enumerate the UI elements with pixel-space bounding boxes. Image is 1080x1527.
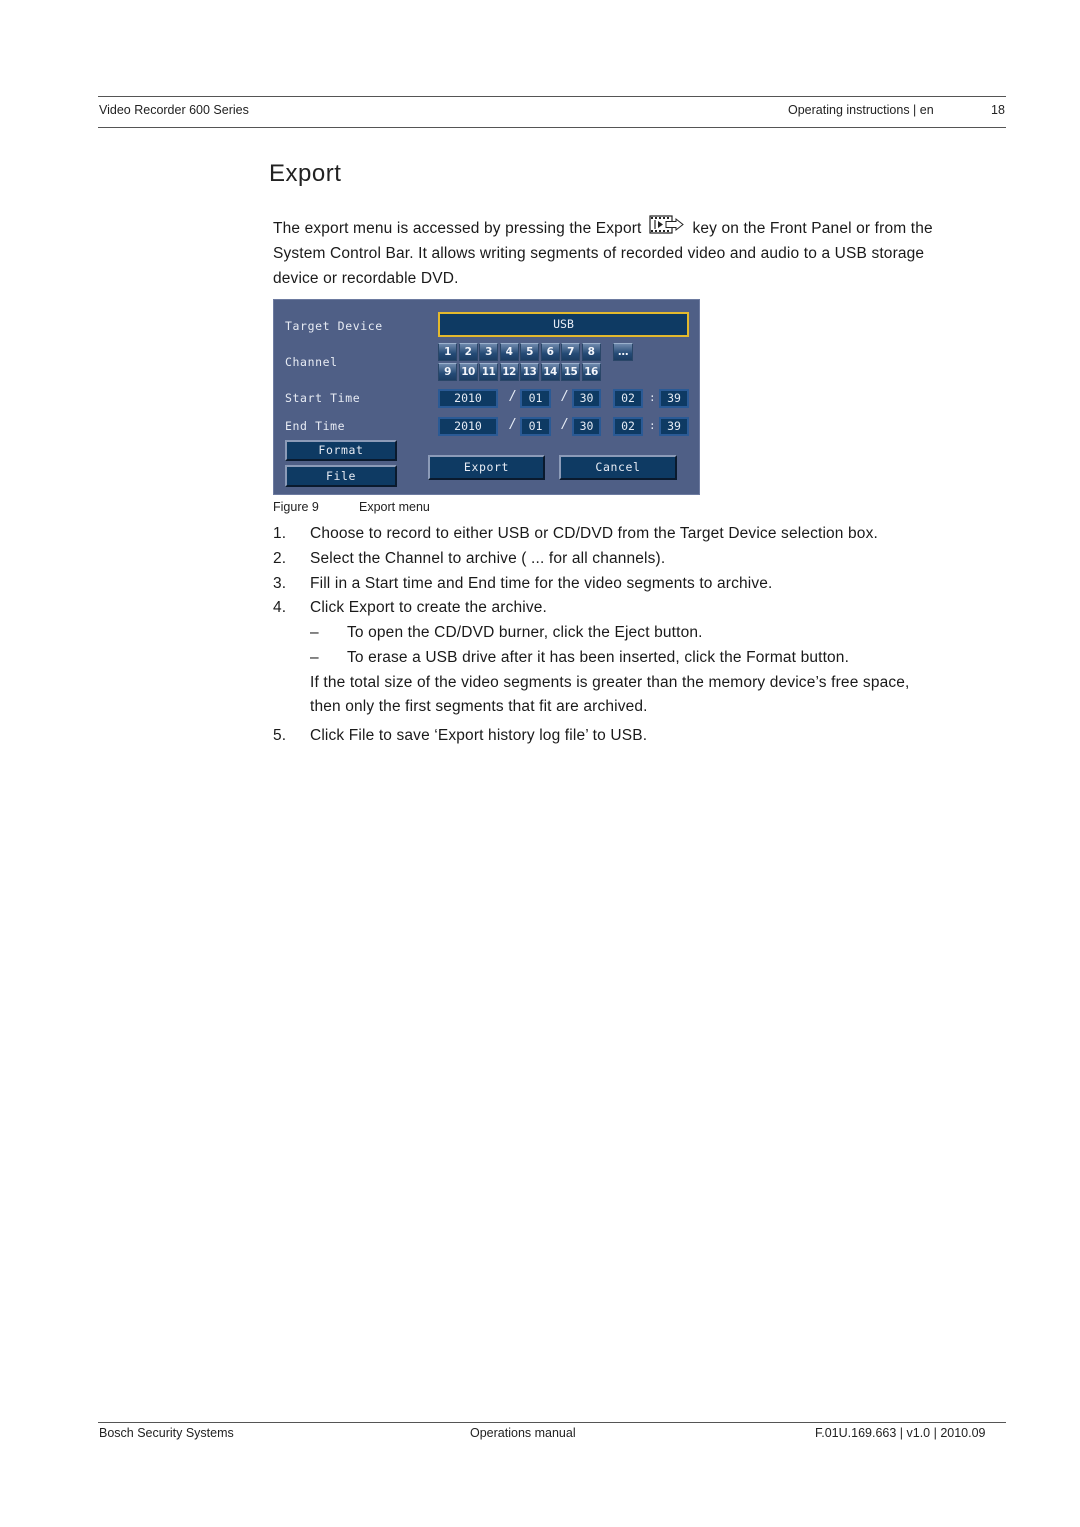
note-text: If the total size of the video segments … (310, 674, 910, 691)
target-device-select[interactable]: USB (438, 312, 689, 337)
intro-text-before-icon: The export menu is accessed by pressing … (273, 220, 642, 237)
channel-button-1[interactable]: 1 (438, 343, 457, 361)
footer-document-id: F.01U.169.663 | v1.0 | 2010.09 (815, 1426, 986, 1440)
export-key-icon (649, 214, 685, 234)
note-text: then only the first segments that fit ar… (310, 698, 648, 715)
step-number: 5. (273, 727, 287, 744)
export-button[interactable]: Export (428, 455, 545, 480)
channel-button-9[interactable]: 9 (438, 363, 457, 381)
end-day-field[interactable]: 30 (572, 417, 601, 436)
sub-item-text: To open the CD/DVD burner, click the Eje… (347, 624, 703, 641)
step-number: 3. (273, 575, 287, 592)
sub-item-dash: – (310, 624, 319, 641)
page-number: 18 (991, 103, 1005, 117)
channel-button-11[interactable]: 11 (479, 363, 498, 381)
intro-paragraph: The export menu is accessed by pressing … (273, 214, 1008, 291)
footer-rule (98, 1422, 1006, 1423)
header-bottom-rule (98, 127, 1006, 128)
start-hour-field[interactable]: 02 (613, 389, 643, 408)
channel-button-8[interactable]: 8 (581, 343, 601, 361)
end-hour-field[interactable]: 02 (613, 417, 643, 436)
export-menu-dialog: Target Device USB Channel ... Start Time… (273, 299, 700, 495)
channel-button-12[interactable]: 12 (499, 363, 519, 381)
end-time-label: End Time (285, 419, 346, 433)
file-button[interactable]: File (285, 465, 397, 487)
channel-button-10[interactable]: 10 (458, 363, 478, 381)
step-text: Fill in a Start time and End time for th… (310, 575, 773, 592)
end-month-field[interactable]: 01 (520, 417, 551, 436)
channel-button-7[interactable]: 7 (561, 343, 580, 361)
all-channels-button[interactable]: ... (613, 343, 633, 361)
section-title: Export (269, 160, 342, 187)
channel-label: Channel (285, 355, 338, 369)
figure-label: Figure 9 (273, 500, 319, 514)
step-number: 1. (273, 525, 287, 542)
figure-title: Export menu (359, 500, 430, 514)
start-month-field[interactable]: 01 (520, 389, 551, 408)
intro-line-2: System Control Bar. It allows writing se… (273, 245, 925, 262)
start-time-separator: : (649, 391, 656, 404)
channel-button-16[interactable]: 16 (581, 363, 601, 381)
intro-line-3: device or recordable DVD. (273, 270, 459, 287)
step-text: Click Export to create the archive. (310, 599, 547, 616)
channel-button-4[interactable]: 4 (499, 343, 519, 361)
end-date-separator-2: / (561, 417, 569, 432)
end-minute-field[interactable]: 39 (659, 417, 689, 436)
intro-text-after-icon: key on the Front Panel or from the (692, 220, 933, 237)
channel-button-14[interactable]: 14 (540, 363, 560, 381)
start-minute-field[interactable]: 39 (659, 389, 689, 408)
sub-item-text: To erase a USB drive after it has been i… (347, 649, 850, 666)
channel-button-13[interactable]: 13 (520, 363, 539, 381)
start-year-field[interactable]: 2010 (438, 389, 498, 408)
channel-button-6[interactable]: 6 (540, 343, 560, 361)
start-time-label: Start Time (285, 391, 361, 405)
footer-company: Bosch Security Systems (99, 1426, 234, 1440)
channel-button-5[interactable]: 5 (520, 343, 539, 361)
channel-button-3[interactable]: 3 (479, 343, 498, 361)
figure-caption: Figure 9 Export menu (273, 500, 430, 514)
channel-button-2[interactable]: 2 (458, 343, 478, 361)
header-section: Operating instructions | en (788, 103, 934, 117)
step-number: 4. (273, 599, 287, 616)
start-date-separator-2: / (561, 389, 569, 404)
intro-line-1: The export menu is accessed by pressing … (273, 214, 1008, 241)
format-button[interactable]: Format (285, 440, 397, 461)
sub-item-dash: – (310, 649, 319, 666)
header-top-rule (98, 96, 1006, 97)
step-text: Click File to save ‘Export history log f… (310, 727, 648, 744)
start-day-field[interactable]: 30 (572, 389, 601, 408)
footer-document-type: Operations manual (470, 1426, 576, 1440)
end-year-field[interactable]: 2010 (438, 417, 498, 436)
start-date-separator-1: / (509, 389, 517, 404)
cancel-button[interactable]: Cancel (559, 455, 677, 480)
target-device-label: Target Device (285, 319, 383, 333)
end-time-separator: : (649, 419, 656, 432)
end-date-separator-1: / (509, 417, 517, 432)
step-text: Choose to record to either USB or CD/DVD… (310, 525, 878, 542)
channel-button-15[interactable]: 15 (561, 363, 580, 381)
step-number: 2. (273, 550, 287, 567)
header-product-name: Video Recorder 600 Series (99, 103, 249, 117)
step-text: Select the Channel to archive ( ... for … (310, 550, 666, 567)
